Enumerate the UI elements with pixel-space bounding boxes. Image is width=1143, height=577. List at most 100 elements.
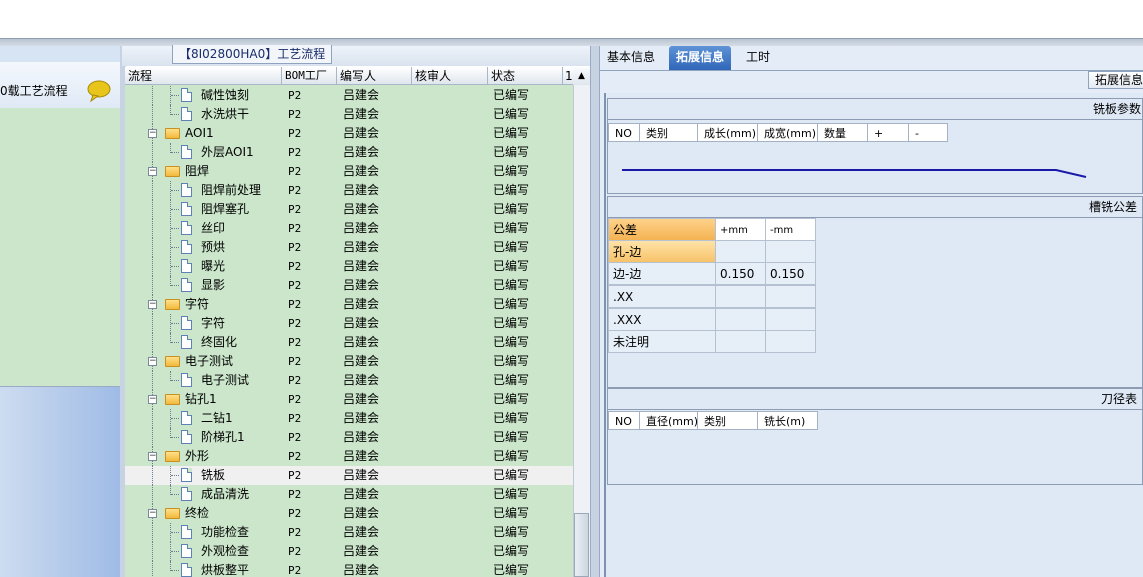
document-icon <box>181 468 192 482</box>
status: 已编写 <box>493 240 530 254</box>
tree-row[interactable]: 碱性蚀刻 P2 吕建会 已编写 <box>125 86 573 105</box>
scroll-up-arrow-icon[interactable]: ▲ <box>573 67 590 85</box>
col-header-status[interactable]: 状态 <box>488 67 563 85</box>
author: 吕建会 <box>343 544 380 558</box>
tree-row[interactable]: 阶梯孔1 P2 吕建会 已编写 <box>125 428 573 447</box>
tree-row[interactable]: − 电子测试 P2 吕建会 已编写 <box>125 352 573 371</box>
author: 吕建会 <box>343 221 380 235</box>
tree-row[interactable]: 丝印 P2 吕建会 已编写 <box>125 219 573 238</box>
status: 已编写 <box>493 297 530 311</box>
status: 已编写 <box>493 259 530 273</box>
collapse-icon[interactable]: − <box>148 357 157 366</box>
bom-factory: P2 <box>288 393 302 406</box>
tol-plus-cell[interactable] <box>715 308 766 331</box>
process-name: 阻焊塞孔 <box>201 202 250 216</box>
tree-row[interactable]: 曝光 P2 吕建会 已编写 <box>125 257 573 276</box>
tree-row[interactable]: 预烘 P2 吕建会 已编写 <box>125 238 573 257</box>
tree-guide-line <box>171 475 179 476</box>
tree-guide-line <box>152 276 153 295</box>
tab-basic-info[interactable]: 基本信息 <box>600 46 662 70</box>
tol-plus-cell[interactable] <box>715 330 766 353</box>
document-icon <box>181 202 192 216</box>
tree-row[interactable]: − 钻孔1 P2 吕建会 已编写 <box>125 390 573 409</box>
collapse-icon[interactable]: − <box>148 300 157 309</box>
author: 吕建会 <box>343 278 380 292</box>
col-header-process[interactable]: 流程 <box>125 67 282 85</box>
tree-row[interactable]: 电子测试 P2 吕建会 已编写 <box>125 371 573 390</box>
tab-extended-info[interactable]: 拓展信息 <box>669 46 732 70</box>
process-name: 阻焊 <box>185 164 210 178</box>
folder-icon <box>165 451 180 462</box>
cutter-col-no: NO <box>608 411 640 430</box>
tree-guide-line <box>152 371 153 390</box>
tol-minus-cell[interactable] <box>765 308 816 331</box>
tol-minus-cell[interactable] <box>765 285 816 308</box>
tree-row[interactable]: − 外形 P2 吕建会 已编写 <box>125 447 573 466</box>
bom-factory: P2 <box>288 279 302 292</box>
mill-col-no: NO <box>608 123 640 142</box>
author: 吕建会 <box>343 449 380 463</box>
tree-row[interactable]: 二钻1 P2 吕建会 已编写 <box>125 409 573 428</box>
extended-info-button[interactable]: 拓展信息 <box>1088 71 1143 89</box>
tol-minus-cell[interactable] <box>765 240 816 263</box>
tree-row[interactable]: 外层AOI1 P2 吕建会 已编写 <box>125 143 573 162</box>
process-name: AOI1 <box>185 126 214 140</box>
tol-minus-cell[interactable] <box>765 330 816 353</box>
mill-add-button[interactable]: + <box>867 123 909 142</box>
author: 吕建会 <box>343 354 380 368</box>
process-name: 终固化 <box>201 335 238 349</box>
col-header-bom[interactable]: BOM工厂 <box>282 67 337 85</box>
tree-row[interactable]: − 字符 P2 吕建会 已编写 <box>125 295 573 314</box>
tree-row[interactable]: 终固化 P2 吕建会 已编写 <box>125 333 573 352</box>
tree-guide-line <box>152 314 153 333</box>
tree-row[interactable]: 水洗烘干 P2 吕建会 已编写 <box>125 105 573 124</box>
tol-plus-cell[interactable] <box>715 285 766 308</box>
status: 已编写 <box>493 563 530 577</box>
tree-row[interactable]: 功能检查 P2 吕建会 已编写 <box>125 523 573 542</box>
collapse-icon[interactable]: − <box>148 452 157 461</box>
drawn-line <box>622 169 1087 178</box>
left-green-panel <box>0 108 120 387</box>
tree-row[interactable]: 阻焊塞孔 P2 吕建会 已编写 <box>125 200 573 219</box>
tree-vertical-scrollbar[interactable] <box>573 67 591 577</box>
process-name: 钻孔1 <box>185 392 217 406</box>
tree-row[interactable]: 外观检查 P2 吕建会 已编写 <box>125 542 573 561</box>
tree-row[interactable]: 显影 P2 吕建会 已编写 <box>125 276 573 295</box>
bom-factory: P2 <box>288 89 302 102</box>
collapse-icon[interactable]: − <box>148 395 157 404</box>
tree-guide-line <box>171 95 179 96</box>
collapse-icon[interactable]: − <box>148 509 157 518</box>
col-header-author[interactable]: 编写人 <box>337 67 412 85</box>
mill-remove-button[interactable]: - <box>908 123 948 142</box>
tree-row[interactable]: 成品清洗 P2 吕建会 已编写 <box>125 485 573 504</box>
tree-row[interactable]: 铣板 P2 吕建会 已编写 <box>125 466 573 485</box>
status: 已编写 <box>493 183 530 197</box>
collapse-icon[interactable]: − <box>148 129 157 138</box>
tree-row[interactable]: − 阻焊 P2 吕建会 已编写 <box>125 162 573 181</box>
cutter-col-type: 类别 <box>697 411 758 430</box>
tree-row[interactable]: 阻焊前处理 P2 吕建会 已编写 <box>125 181 573 200</box>
speech-bubble-icon[interactable] <box>87 80 111 102</box>
tab-work-hours[interactable]: 工时 <box>739 46 777 70</box>
tol-plus-cell[interactable]: 0.150 <box>715 262 766 285</box>
document-icon <box>181 221 192 235</box>
tol-minus-cell[interactable]: 0.150 <box>765 262 816 285</box>
author: 吕建会 <box>343 240 380 254</box>
right-splitter[interactable] <box>590 46 600 577</box>
scrollbar-thumb[interactable] <box>574 513 589 577</box>
tol-col-minus: -mm <box>765 218 816 241</box>
tree-row[interactable]: 烘板整平 P2 吕建会 已编写 <box>125 561 573 577</box>
status: 已编写 <box>493 202 530 216</box>
document-icon <box>181 145 192 159</box>
tree-guide-line <box>171 380 179 381</box>
collapse-icon[interactable]: − <box>148 167 157 176</box>
col-header-extra[interactable]: 1 <box>563 67 573 85</box>
tree-row[interactable]: − AOI1 P2 吕建会 已编写 <box>125 124 573 143</box>
bom-factory: P2 <box>288 108 302 121</box>
tree-row[interactable]: − 终检 P2 吕建会 已编写 <box>125 504 573 523</box>
tol-plus-cell[interactable] <box>715 240 766 263</box>
col-header-reviewer[interactable]: 核审人 <box>412 67 488 85</box>
tree-row[interactable]: 字符 P2 吕建会 已编写 <box>125 314 573 333</box>
cutter-col-mill-length: 铣长(m) <box>757 411 818 430</box>
tree-guide-line <box>152 542 153 561</box>
